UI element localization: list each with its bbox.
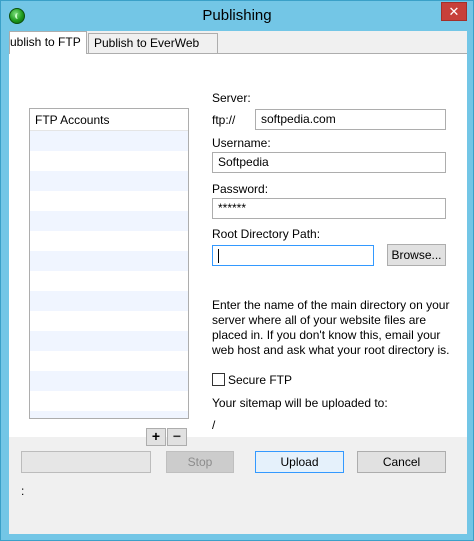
tab-label: ublish to FTP — [10, 35, 81, 49]
list-item[interactable] — [30, 251, 188, 271]
ftp-accounts-header: FTP Accounts — [30, 109, 188, 131]
server-label: Server: — [212, 91, 251, 105]
server-prefix-label: ftp:// — [212, 113, 236, 127]
text-caret — [218, 248, 219, 263]
list-item[interactable] — [30, 331, 188, 351]
root-directory-help: Enter the name of the main directory on … — [212, 298, 450, 357]
window-title: Publishing — [202, 7, 272, 24]
ftp-tab-panel: FTP Accounts + − Server: ftp:// softpedi… — [9, 53, 467, 446]
list-item[interactable] — [30, 271, 188, 291]
password-label: Password: — [212, 182, 269, 196]
username-label: Username: — [212, 136, 271, 150]
close-button[interactable]: ✕ — [441, 2, 467, 21]
list-item[interactable] — [30, 371, 188, 391]
list-item[interactable] — [30, 131, 188, 151]
sitemap-label: Your sitemap will be uploaded to: — [212, 396, 388, 410]
password-input[interactable]: ****** — [212, 198, 446, 219]
stop-button[interactable]: Stop — [166, 451, 234, 473]
secure-ftp-label: Secure FTP — [228, 373, 293, 387]
list-item[interactable] — [30, 351, 188, 371]
server-input[interactable]: softpedia.com — [255, 109, 446, 130]
plus-icon: + — [151, 428, 161, 444]
tab-strip: ublish to FTP Publish to EverWeb — [9, 31, 467, 54]
list-item[interactable] — [30, 151, 188, 171]
tab-publish-everweb[interactable]: Publish to EverWeb — [88, 33, 218, 53]
sitemap-path: / — [212, 418, 216, 432]
upload-progress-bar — [21, 451, 151, 473]
browse-button[interactable]: Browse... — [387, 244, 446, 266]
root-directory-label: Root Directory Path: — [212, 227, 321, 241]
remove-account-button[interactable]: − — [167, 428, 187, 446]
secure-ftp-row[interactable]: Secure FTP — [212, 373, 292, 387]
secure-ftp-checkbox[interactable] — [212, 373, 225, 386]
tab-publish-ftp[interactable]: ublish to FTP — [9, 31, 87, 54]
username-input[interactable]: Softpedia — [212, 152, 446, 173]
list-item[interactable] — [30, 171, 188, 191]
list-item[interactable] — [30, 311, 188, 331]
list-item[interactable] — [30, 291, 188, 311]
list-item[interactable] — [30, 391, 188, 411]
publishing-window: Publishing ✕ ublish to FTP Publish to Ev… — [0, 0, 474, 541]
cancel-button[interactable]: Cancel — [357, 451, 446, 473]
list-item[interactable] — [30, 411, 188, 418]
ftp-accounts-list[interactable]: FTP Accounts — [29, 108, 189, 419]
tab-label: Publish to EverWeb — [94, 36, 200, 50]
minus-icon: − — [172, 428, 182, 444]
list-item[interactable] — [30, 191, 188, 211]
upload-button[interactable]: Upload — [255, 451, 344, 473]
add-account-button[interactable]: + — [146, 428, 166, 446]
close-icon: ✕ — [448, 3, 460, 19]
status-text: : — [21, 484, 25, 498]
window-content: ublish to FTP Publish to EverWeb FTP Acc… — [9, 31, 467, 534]
root-directory-input[interactable] — [212, 245, 374, 266]
title-bar[interactable]: Publishing ✕ — [1, 1, 473, 31]
list-item[interactable] — [30, 231, 188, 251]
list-item[interactable] — [30, 211, 188, 231]
